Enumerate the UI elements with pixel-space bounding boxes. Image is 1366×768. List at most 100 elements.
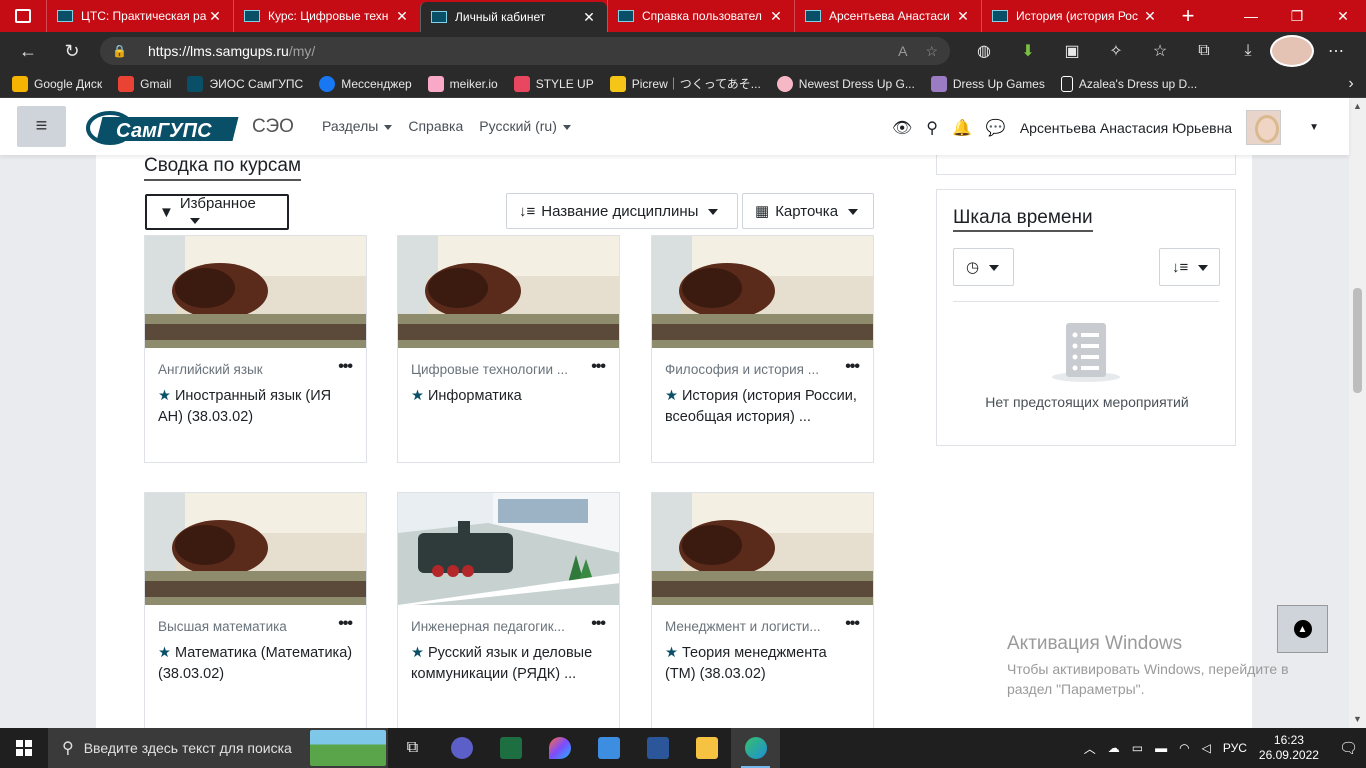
scroll-down-icon[interactable]: ▼ (1349, 711, 1366, 728)
bookmark-item[interactable]: Azalea's Dress up D... (1060, 75, 1197, 92)
course-card[interactable]: Философия и история ... ••• ★ История (ис… (651, 235, 874, 463)
view-dropdown[interactable]: ▦ Карточка (742, 193, 874, 229)
back-icon[interactable]: ← (10, 35, 46, 67)
task-view-icon[interactable]: ⧉ (388, 728, 437, 768)
course-name[interactable]: ★ Теория менеджмента (ТМ) (38.03.02) (665, 643, 861, 685)
profile-avatar[interactable] (1270, 35, 1314, 67)
course-card[interactable]: Инженерная педагогик... ••• ★ Русский язы… (397, 492, 620, 728)
course-image[interactable] (652, 493, 873, 605)
vpn-globe-icon[interactable]: ◍ (962, 35, 1006, 67)
course-card[interactable]: Менеджмент и логисти... ••• ★ Теория мене… (651, 492, 874, 728)
word-icon[interactable] (633, 728, 682, 768)
bookmark-item[interactable]: Мессенджер (319, 75, 412, 92)
wifi-icon[interactable]: ◠ (1179, 741, 1189, 755)
site-name[interactable]: СЭО (252, 116, 294, 138)
star-icon[interactable]: ★ (665, 645, 678, 661)
address-bar[interactable]: 🔒 https://lms.samgups.ru/my/ A ☆ (100, 37, 950, 65)
course-image[interactable] (652, 236, 873, 348)
meet-now-icon[interactable]: ▭ (1132, 741, 1143, 755)
bookmark-item[interactable]: STYLE UP (513, 75, 594, 92)
course-menu-icon[interactable]: ••• (338, 615, 353, 633)
course-name[interactable]: ★ Иностранный язык (ИЯ АН) (38.03.02) (158, 386, 354, 428)
browser-tab[interactable]: Курс: Цифровые техн ✕ (233, 0, 420, 32)
bookmark-item[interactable]: Google Диск (12, 75, 102, 92)
photos-icon[interactable] (584, 728, 633, 768)
browser-tab[interactable]: Справка пользовател ✕ (607, 0, 794, 32)
menu-drawer-button[interactable]: ≡ (17, 106, 66, 147)
samgups-logo[interactable]: СамГУПС (86, 111, 242, 145)
teams-icon[interactable] (437, 728, 486, 768)
favorites-icon[interactable]: ☆ (1138, 35, 1182, 67)
new-tab-button[interactable]: + (1168, 0, 1208, 32)
course-menu-icon[interactable]: ••• (845, 615, 860, 633)
start-button[interactable] (0, 728, 48, 768)
chevron-up-icon[interactable]: ︿ (1084, 740, 1096, 757)
downloads-icon[interactable]: ⤓ (1226, 35, 1270, 67)
edge-icon[interactable] (731, 728, 780, 768)
close-tab-icon[interactable]: ✕ (955, 8, 971, 25)
back-to-top-button[interactable]: ▲ (1277, 605, 1328, 653)
browser-tab[interactable]: Арсентьева Анастаси ✕ (794, 0, 981, 32)
collections-icon[interactable]: ▣ (1050, 35, 1094, 67)
bookmark-item[interactable]: Dress Up Games (930, 75, 1045, 92)
excel-icon[interactable] (486, 728, 535, 768)
browser-tab-active[interactable]: Личный кабинет ✕ (420, 2, 607, 32)
page-scrollbar[interactable]: ▲ ▼ (1349, 98, 1366, 728)
course-card[interactable]: Высшая математика ••• ★ Математика (Матем… (144, 492, 367, 728)
course-card[interactable]: Цифровые технологии ... ••• ★ Информатика (397, 235, 620, 463)
bookmark-item[interactable]: meiker.io (427, 75, 498, 92)
course-image[interactable] (398, 493, 619, 605)
tab-groups-icon[interactable]: ⧉ (1182, 35, 1226, 67)
chevron-down-icon[interactable]: ▼ (1309, 122, 1319, 133)
star-icon[interactable]: ★ (158, 645, 171, 661)
battery-icon[interactable]: ▬ (1155, 741, 1167, 755)
download-extension-icon[interactable]: ⬇ (1006, 35, 1050, 67)
file-explorer-icon[interactable] (682, 728, 731, 768)
course-menu-icon[interactable]: ••• (591, 615, 606, 633)
course-name[interactable]: ★ Математика (Математика) (38.03.02) (158, 643, 354, 685)
bookmark-item[interactable]: Picrew｜つくってあそ... (609, 75, 761, 92)
star-icon[interactable]: ★ (158, 388, 171, 404)
restore-icon[interactable]: ❐ (1274, 0, 1320, 32)
avatar[interactable] (1246, 110, 1282, 145)
course-image[interactable] (398, 236, 619, 348)
close-tab-icon[interactable]: ✕ (1142, 8, 1158, 25)
add-favorite-icon[interactable]: ☆ (925, 43, 938, 60)
close-tab-icon[interactable]: ✕ (581, 9, 597, 26)
star-icon[interactable]: ★ (665, 388, 678, 404)
course-image[interactable] (145, 493, 366, 605)
chevron-right-icon[interactable]: › (1336, 75, 1366, 93)
nav-sections-dropdown[interactable]: Разделы (322, 118, 392, 134)
timeline-sort-dropdown[interactable]: ↓≡ (1159, 248, 1220, 286)
volume-icon[interactable]: ◁ (1202, 741, 1211, 755)
minimize-icon[interactable]: — (1228, 0, 1274, 32)
course-name[interactable]: ★ Информатика (411, 386, 607, 407)
course-card[interactable]: Английский язык ••• ★ Иностранный язык (И… (144, 235, 367, 463)
tab-actions-button[interactable] (0, 0, 46, 32)
filter-dropdown[interactable]: ▼ Избранное (145, 194, 289, 230)
sort-dropdown[interactable]: ↓≡ Название дисциплины (506, 193, 738, 229)
course-image[interactable] (145, 236, 366, 348)
course-menu-icon[interactable]: ••• (338, 358, 353, 376)
browser-tab[interactable]: История (история Рос ✕ (981, 0, 1168, 32)
user-name[interactable]: Арсентьева Анастасия Юрьевна (1020, 120, 1232, 136)
browser-tab[interactable]: ЦТС: Практическая ра ✕ (46, 0, 233, 32)
taskbar-search[interactable]: ⚲ Введите здесь текст для поиска (48, 728, 388, 768)
course-name[interactable]: ★ Русский язык и деловые коммуникации (РЯ… (411, 643, 607, 685)
paint-icon[interactable] (535, 728, 584, 768)
bell-icon[interactable]: 🔔 (952, 118, 972, 138)
language-indicator[interactable]: РУС (1223, 741, 1247, 755)
star-icon[interactable]: ★ (411, 388, 424, 404)
star-icon[interactable]: ★ (411, 645, 424, 661)
timeline-filter-dropdown[interactable]: ◷ (953, 248, 1014, 286)
course-menu-icon[interactable]: ••• (591, 358, 606, 376)
reload-icon[interactable]: ↻ (54, 35, 90, 67)
browser-menu-icon[interactable]: ⋯ (1314, 35, 1358, 67)
eye-slash-icon[interactable]: 👁 (892, 118, 912, 138)
close-tab-icon[interactable]: ✕ (394, 8, 410, 25)
course-name[interactable]: ★ История (история России, всеобщая истор… (665, 386, 861, 428)
action-center-icon[interactable]: 🗨 (1339, 739, 1358, 757)
bookmark-item[interactable]: Gmail (118, 75, 171, 92)
scroll-up-icon[interactable]: ▲ (1349, 98, 1366, 115)
notification-badge-icon[interactable]: ☁ (1108, 741, 1120, 755)
